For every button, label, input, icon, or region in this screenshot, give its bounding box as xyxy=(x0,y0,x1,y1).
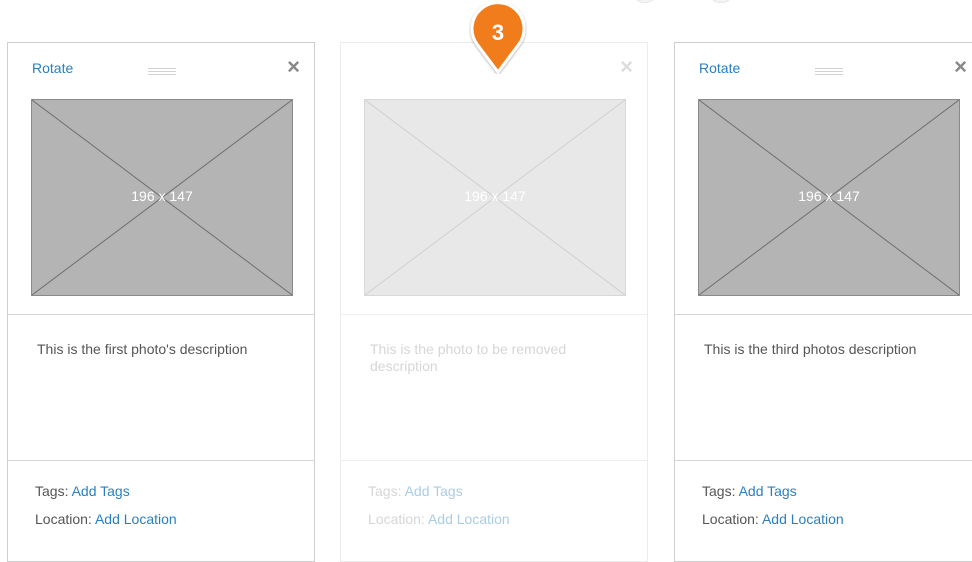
location-row: Location: Add Location xyxy=(702,511,844,527)
add-location-link[interactable]: Add Location xyxy=(95,511,177,527)
tags-row: Tags: Add Tags xyxy=(702,483,797,499)
rotate-link[interactable]: Rotate xyxy=(32,60,73,76)
close-icon[interactable]: × xyxy=(620,55,633,79)
drag-handle-icon[interactable] xyxy=(815,68,843,77)
image-dimensions: 196 x 147 xyxy=(131,188,193,204)
divider xyxy=(8,460,314,461)
add-tags-link[interactable]: Add Tags xyxy=(739,483,797,499)
rotate-link[interactable]: Rotate xyxy=(699,60,740,76)
divider xyxy=(341,314,647,315)
divider xyxy=(341,460,647,461)
image-dimensions: 196 x 147 xyxy=(798,188,860,204)
divider xyxy=(675,460,972,461)
location-label: Location: xyxy=(35,511,92,527)
location-row: Location: Add Location xyxy=(35,511,177,527)
photo-description[interactable]: This is the first photo's description xyxy=(37,341,277,358)
photo-card-2: × 196 x 147 This is the photo to be remo… xyxy=(340,42,648,562)
location-label: Location: xyxy=(368,511,425,527)
drag-handle-icon[interactable] xyxy=(148,68,176,77)
close-icon[interactable]: × xyxy=(287,55,300,79)
photo-description[interactable]: This is the third photos description xyxy=(704,341,944,358)
photo-card-1: Rotate × 196 x 147 This is the first pho… xyxy=(7,42,315,562)
image-placeholder: 196 x 147 xyxy=(364,99,626,296)
step-number: 3 xyxy=(492,20,504,45)
top-control-left xyxy=(633,0,657,3)
tags-label: Tags: xyxy=(368,483,402,499)
tags-label: Tags: xyxy=(702,483,736,499)
image-placeholder: 196 x 147 xyxy=(698,99,960,296)
photo-card-3: Rotate × 196 x 147 This is the third pho… xyxy=(674,42,972,562)
tags-row: Tags: Add Tags xyxy=(35,483,130,499)
close-icon[interactable]: × xyxy=(954,55,967,79)
add-location-link[interactable]: Add Location xyxy=(428,511,510,527)
top-control-right xyxy=(709,0,733,3)
image-placeholder: 196 x 147 xyxy=(31,99,293,296)
tags-label: Tags: xyxy=(35,483,69,499)
step-marker-icon: 3 xyxy=(470,4,526,74)
divider xyxy=(675,314,972,315)
location-label: Location: xyxy=(702,511,759,527)
divider xyxy=(8,314,314,315)
photo-description[interactable]: This is the photo to be removed descript… xyxy=(370,341,610,375)
add-tags-link[interactable]: Add Tags xyxy=(405,483,463,499)
location-row: Location: Add Location xyxy=(368,511,510,527)
image-dimensions: 196 x 147 xyxy=(464,188,526,204)
tags-row: Tags: Add Tags xyxy=(368,483,463,499)
add-location-link[interactable]: Add Location xyxy=(762,511,844,527)
add-tags-link[interactable]: Add Tags xyxy=(72,483,130,499)
